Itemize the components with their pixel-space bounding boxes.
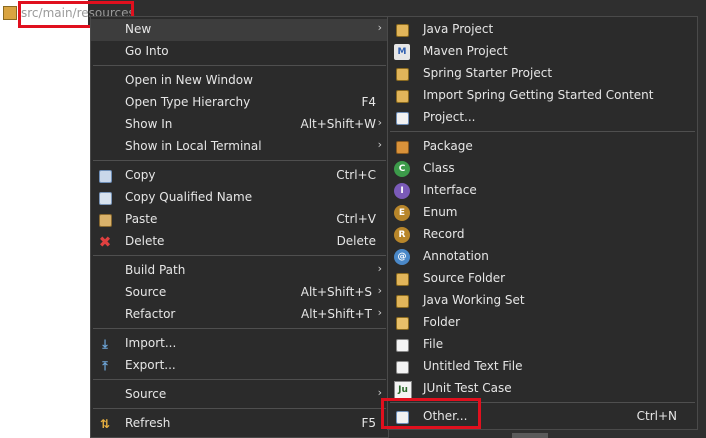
new-submenu: Java Project M Maven Project Spring Star… <box>387 16 698 430</box>
menu-item-import[interactable]: ⤓ Import... <box>91 333 388 355</box>
menu-item-delete[interactable]: ✖ Delete Delete <box>91 231 388 253</box>
submenu-item-java-project[interactable]: Java Project <box>388 19 697 41</box>
menu-item-refresh[interactable]: ⇅ Refresh F5 <box>91 413 388 435</box>
project-icon <box>394 110 410 126</box>
import-icon: ⤓ <box>102 336 108 351</box>
submenu-item-project[interactable]: Project... <box>388 107 697 129</box>
file-icon <box>394 337 410 353</box>
record-icon: R <box>394 227 410 243</box>
submenu-item-source-folder[interactable]: Source Folder <box>388 268 697 290</box>
submenu-item-interface[interactable]: I Interface <box>388 180 697 202</box>
submenu-item-package[interactable]: Package <box>388 136 697 158</box>
spring-import-icon <box>394 88 410 104</box>
java-project-icon <box>394 22 410 38</box>
menu-item-build-path[interactable]: Build Path › <box>91 260 388 282</box>
submenu-item-folder[interactable]: Folder <box>388 312 697 334</box>
junit-icon: Ju <box>394 381 412 399</box>
submenu-item-maven-project[interactable]: M Maven Project <box>388 41 697 63</box>
submenu-item-enum[interactable]: E Enum <box>388 202 697 224</box>
class-icon: C <box>394 161 410 177</box>
submenu-arrow-icon: › <box>377 21 382 34</box>
submenu-arrow-icon: › <box>377 284 382 297</box>
submenu-item-java-working-set[interactable]: Java Working Set <box>388 290 697 312</box>
submenu-item-import-spring-content[interactable]: Import Spring Getting Started Content <box>388 85 697 107</box>
working-set-icon <box>394 293 410 309</box>
menu-item-open-type-hierarchy[interactable]: Open Type Hierarchy F4 <box>91 92 388 114</box>
submenu-item-spring-starter-project[interactable]: Spring Starter Project <box>388 63 697 85</box>
menu-item-copy[interactable]: Copy Ctrl+C <box>91 165 388 187</box>
folder-icon <box>394 315 410 331</box>
submenu-item-annotation[interactable]: @ Annotation <box>388 246 697 268</box>
submenu-item-record[interactable]: R Record <box>388 224 697 246</box>
interface-icon: I <box>394 183 410 199</box>
copy-qualified-name-icon <box>97 190 113 206</box>
context-menu: New › Go Into Open in New Window Open Ty… <box>90 16 389 438</box>
menu-item-show-in-local-terminal[interactable]: Show in Local Terminal › <box>91 136 388 158</box>
project-explorer-panel <box>0 27 90 438</box>
annotation-highlight-other <box>381 398 481 429</box>
submenu-item-untitled-text-file[interactable]: Untitled Text File <box>388 356 697 378</box>
menu-item-refactor[interactable]: Refactor Alt+Shift+T › <box>91 304 388 326</box>
menu-item-export[interactable]: ⤒ Export... <box>91 355 388 377</box>
maven-project-icon: M <box>394 44 410 60</box>
spring-starter-icon <box>394 66 410 82</box>
menu-separator <box>390 131 695 132</box>
menu-item-new[interactable]: New › <box>91 19 388 41</box>
status-bar-fragment <box>512 433 548 438</box>
menu-separator <box>93 379 386 380</box>
menu-separator <box>93 328 386 329</box>
menu-item-show-in[interactable]: Show In Alt+Shift+W › <box>91 114 388 136</box>
submenu-arrow-icon: › <box>377 262 382 275</box>
export-icon: ⤒ <box>102 358 108 373</box>
submenu-item-class[interactable]: C Class <box>388 158 697 180</box>
menu-item-open-in-new-window[interactable]: Open in New Window <box>91 70 388 92</box>
package-folder-icon <box>3 6 17 20</box>
refresh-icon: ⇅ <box>99 417 111 431</box>
package-icon <box>394 139 410 155</box>
menu-item-source-2[interactable]: Source › <box>91 384 388 406</box>
menu-item-copy-qualified-name[interactable]: Copy Qualified Name <box>91 187 388 209</box>
menu-separator <box>93 160 386 161</box>
copy-icon <box>97 168 113 184</box>
submenu-arrow-icon: › <box>377 138 382 151</box>
menu-separator <box>93 65 386 66</box>
delete-icon: ✖ <box>98 233 112 251</box>
enum-icon: E <box>394 205 410 221</box>
annotation-icon: @ <box>394 249 410 265</box>
source-folder-icon <box>394 271 410 287</box>
menu-item-paste[interactable]: Paste Ctrl+V <box>91 209 388 231</box>
submenu-arrow-icon: › <box>377 116 382 129</box>
menu-separator <box>93 255 386 256</box>
menu-item-go-into[interactable]: Go Into <box>91 41 388 63</box>
menu-separator <box>93 408 386 409</box>
submenu-arrow-icon: › <box>377 306 382 319</box>
paste-icon <box>97 212 113 228</box>
menu-item-source[interactable]: Source Alt+Shift+S › <box>91 282 388 304</box>
submenu-item-junit-test-case[interactable]: Ju JUnit Test Case <box>388 378 697 400</box>
submenu-item-file[interactable]: File <box>388 334 697 356</box>
text-file-icon <box>394 359 410 375</box>
